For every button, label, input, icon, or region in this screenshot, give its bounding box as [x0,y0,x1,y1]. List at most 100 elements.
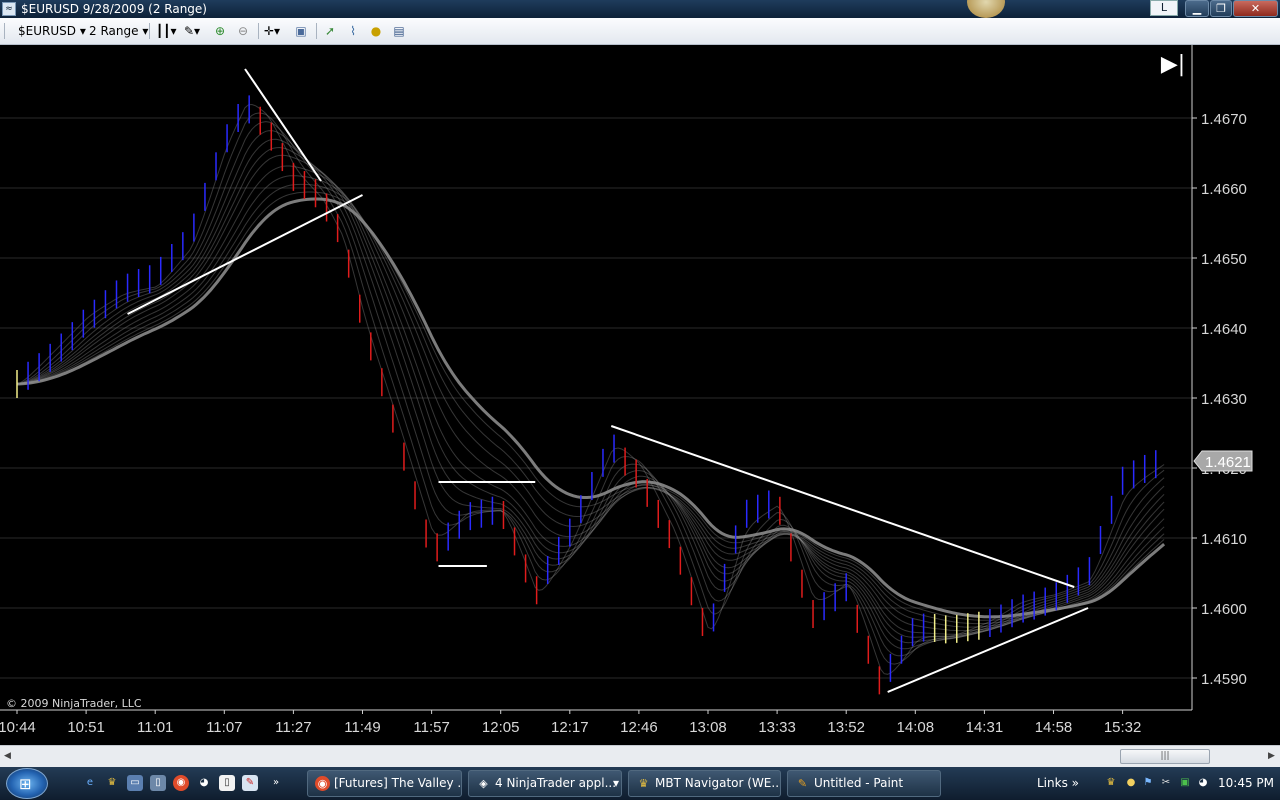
tray-ninjatrader-icon[interactable]: ♛ [1104,776,1118,790]
taskbar: ⊞ e ♛ ▭ ▯ ◉ ◕ ▯ ✎ » ◉ [Futures] The Vall… [0,767,1280,800]
y-tick-label: 1.4610 [1201,531,1247,548]
crosshair-icon[interactable]: ✛▾ [264,23,280,39]
system-clock: 10:45 PM [1218,776,1274,790]
horizontal-scrollbar[interactable]: ◀ ||| ▶ [0,745,1280,767]
scroll-right-icon[interactable]: ▶ [1268,751,1275,761]
moving-average-line [16,112,1165,665]
y-tick-label: 1.4590 [1201,671,1247,688]
y-tick-label: 1.4660 [1201,181,1247,198]
x-tick-label: 11:27 [275,719,311,736]
period-selector[interactable]: 2 Range ▾ [89,22,148,40]
y-tick-label: 1.4630 [1201,391,1247,408]
moving-average-line [16,103,1165,675]
coin-icon[interactable]: ● [368,23,384,39]
bar-style-icon[interactable]: ┃┃▾ [156,23,176,39]
x-tick-label: 14:58 [1035,719,1073,736]
y-tick-label: 1.4650 [1201,251,1247,268]
scroll-thumb[interactable]: ||| [1120,749,1210,764]
toolbar-separator [316,23,317,39]
desktop-icon[interactable]: ▭ [127,775,143,791]
x-tick-label: 13:52 [827,719,865,736]
ninjatrader-quicklaunch-icon[interactable]: ♛ [104,775,120,791]
task-button-mbt[interactable]: ♛ MBT Navigator (WE... [628,770,781,797]
x-tick-label: 10:51 [67,719,105,736]
tray-panda-icon[interactable]: ◕ [1196,776,1210,790]
trendline [127,194,363,315]
tray-status-icon[interactable]: ▣ [1178,776,1192,790]
x-tick-label: 13:08 [689,719,727,736]
language-indicator[interactable]: L [1150,0,1178,16]
y-tick-label: 1.4640 [1201,321,1247,338]
window-title: $EURUSD 9/28/2009 (2 Range) [21,2,207,16]
start-button[interactable]: ⊞ [6,768,48,799]
x-tick-label: 12:17 [551,719,589,736]
x-tick-label: 12:46 [620,719,658,736]
zoom-out-icon[interactable]: ⊖ [235,23,251,39]
minimize-button[interactable]: ▁ [1185,0,1209,17]
task-button-chrome[interactable]: ◉ [Futures] The Valley ... [307,770,462,797]
title-bar: ≈ $EURUSD 9/28/2009 (2 Range) L ▁ ❐ ✕ [0,0,1280,18]
x-tick-label: 11:01 [137,719,173,736]
x-tick-label: 12:05 [482,719,520,736]
chevron-down-icon: ▾ [142,24,149,38]
instrument-selector[interactable]: $EURUSD ▾ [18,22,86,40]
tray-tool-icon[interactable]: ✂ [1159,776,1173,790]
moving-average-line [16,191,1165,621]
document-icon[interactable]: ▯ [219,775,235,791]
toolbar-grip [4,23,5,39]
x-tick-label: 15:32 [1104,719,1142,736]
mbt-icon: ♛ [638,777,649,790]
window-switch-icon[interactable]: ▯ [150,775,166,791]
links-toolbar[interactable]: Links » [1037,776,1079,790]
quicklaunch-more-icon[interactable]: » [268,775,284,791]
moving-average-line [16,154,1165,635]
ie-icon[interactable]: e [82,775,98,791]
maximize-button[interactable]: ❐ [1210,0,1232,17]
x-tick-label: 11:49 [344,719,380,736]
x-tick-label: 10:44 [0,719,36,736]
moving-average-line [16,121,1165,657]
x-tick-label: 14:08 [897,719,935,736]
tray-network-icon[interactable]: ⚑ [1141,776,1155,790]
chevron-down-icon: ▾ [79,24,86,38]
panda-icon[interactable]: ◕ [196,775,212,791]
scroll-left-icon[interactable]: ◀ [4,751,11,761]
current-price-label: 1.4621 [1205,454,1251,471]
x-tick-label: 14:31 [966,719,1004,736]
skip-to-end-icon[interactable]: ▶| [1160,52,1186,78]
paint-quicklaunch-icon[interactable]: ✎ [242,775,258,791]
toolbar-separator [149,23,150,39]
y-tick-label: 1.4600 [1201,601,1247,618]
app-icon: ≈ [2,2,16,16]
chrome-quicklaunch-icon[interactable]: ◉ [173,775,189,791]
close-button[interactable]: ✕ [1233,0,1278,17]
y-tick-label: 1.4670 [1201,111,1247,128]
task-button-paint[interactable]: ✎ Untitled - Paint [787,770,941,797]
tray-coin-icon[interactable]: ● [1124,776,1138,790]
ninjatrader-icon: ◈ [479,777,488,790]
zoom-in-icon[interactable]: ⊕ [212,23,228,39]
moving-average-line [16,197,1166,619]
x-tick-label: 13:33 [758,719,796,736]
paint-icon: ✎ [797,777,808,790]
x-tick-label: 11:07 [206,719,242,736]
properties-icon[interactable]: ▣ [293,23,309,39]
chrome-icon: ◉ [315,776,330,791]
cursor-highlight [967,0,1005,18]
draw-tools-icon[interactable]: ✎▾ [184,23,200,39]
windows-logo-icon: ⊞ [19,775,32,793]
indicators-icon[interactable]: ⌇ [345,23,361,39]
price-chart[interactable]: 1.46701.46601.46501.46401.46301.46201.46… [0,45,1280,745]
copyright-label: © 2009 NinjaTrader, LLC [6,697,142,710]
strategy-icon[interactable]: ➚ [322,23,338,39]
data-box-icon[interactable]: ▤ [391,23,407,39]
task-button-ninjatrader[interactable]: ◈ 4 NinjaTrader appl... ▾ [468,770,622,797]
chart-canvas[interactable]: 1.46701.46601.46501.46401.46301.46201.46… [0,45,1280,745]
chevron-down-icon: ▾ [613,776,620,790]
chart-toolbar: $EURUSD ▾ 2 Range ▾ ┃┃▾ ✎▾ ⊕ ⊖ ✛▾ ▣ ➚ ⌇ … [0,18,1280,45]
toolbar-separator [258,23,259,39]
moving-average-line [16,146,1165,638]
moving-average-line [16,138,1165,644]
x-tick-label: 11:57 [413,719,449,736]
moving-average-line [16,130,1165,650]
